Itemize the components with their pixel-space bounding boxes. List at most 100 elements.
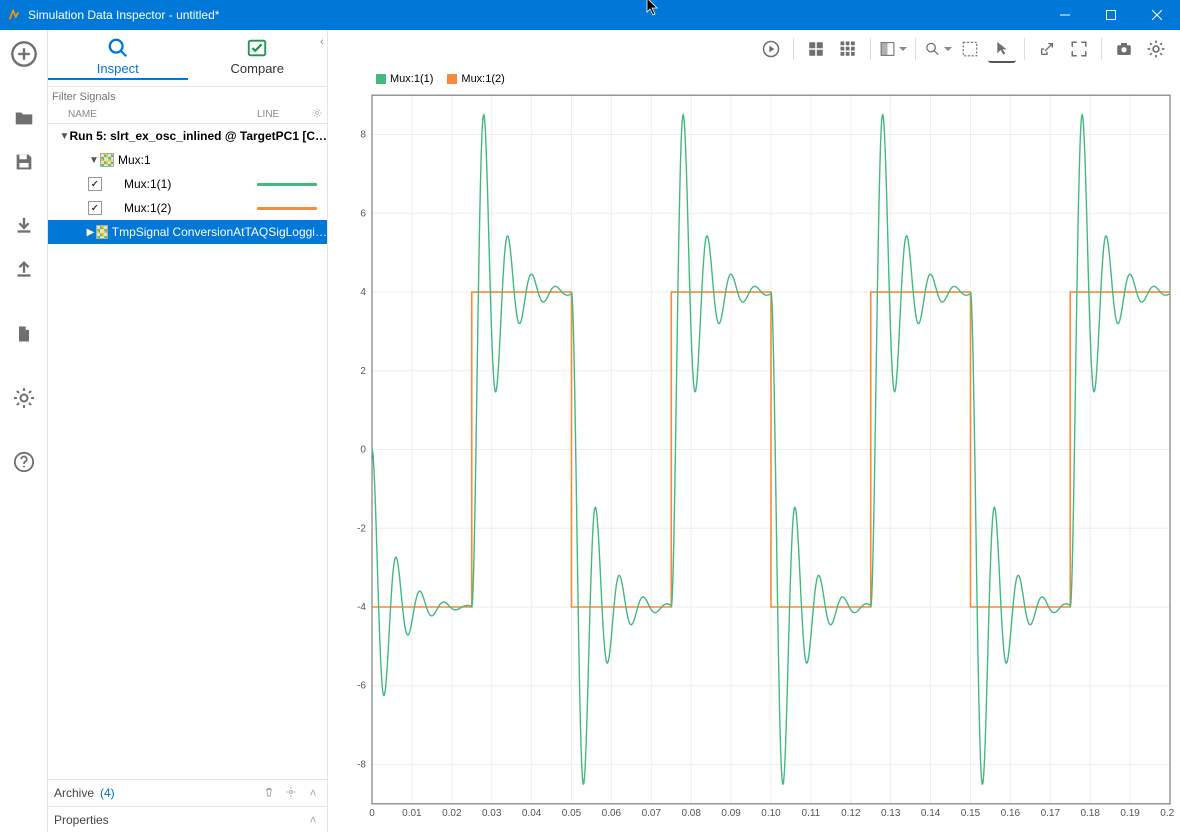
svg-text:0.07: 0.07 [642, 808, 662, 819]
signal-group-icon [96, 225, 108, 239]
tree-tmp-row[interactable]: ▶ TmpSignal ConversionAtTAQSigLoggi… [48, 220, 327, 244]
svg-text:0: 0 [360, 445, 366, 456]
svg-text:0.11: 0.11 [802, 808, 821, 819]
properties-row[interactable]: Properties ˄ [48, 806, 327, 832]
svg-text:0.02: 0.02 [442, 808, 462, 819]
tab-inspect-label: Inspect [97, 61, 139, 76]
snapshot-button[interactable] [1110, 35, 1138, 63]
plot-settings-button[interactable] [1142, 35, 1170, 63]
svg-text:0.20: 0.20 [1160, 808, 1174, 819]
add-button[interactable] [6, 36, 42, 72]
tree-mux2-row[interactable]: ✓ Mux:1(2) [48, 196, 327, 220]
minimize-button[interactable] [1042, 0, 1088, 30]
svg-text:8: 8 [360, 130, 366, 141]
properties-expand-icon[interactable]: ˄ [305, 813, 321, 827]
svg-text:0.13: 0.13 [881, 808, 901, 819]
maximize-button[interactable] [1088, 0, 1134, 30]
plot-pane: Mux:1(1) Mux:1(2) -8-6-4-20246800.010.02… [328, 30, 1180, 832]
zoom-button[interactable] [924, 35, 952, 63]
visualization-type-button[interactable] [879, 35, 907, 63]
archive-label: Archive [54, 786, 94, 800]
filter-input[interactable] [48, 88, 327, 106]
tab-inspect[interactable]: Inspect [48, 30, 188, 86]
svg-text:0.17: 0.17 [1041, 808, 1061, 819]
svg-text:0.10: 0.10 [761, 808, 781, 819]
window-title: Simulation Data Inspector - untitled* [28, 8, 1042, 22]
svg-text:0.15: 0.15 [961, 808, 981, 819]
tab-compare-label: Compare [231, 61, 284, 76]
tree-mux-row[interactable]: ▼ Mux:1 [48, 148, 327, 172]
help-button[interactable] [6, 444, 42, 480]
column-header: NAME LINE [48, 106, 327, 124]
legend-item-1: Mux:1(1) [376, 73, 433, 85]
app-icon [6, 7, 22, 23]
maximize-axes-button[interactable] [1065, 35, 1093, 63]
checkbox-mux2[interactable]: ✓ [88, 201, 102, 215]
svg-text:-6: -6 [357, 681, 366, 692]
layout-custom-button[interactable] [834, 35, 862, 63]
svg-text:2: 2 [360, 366, 366, 377]
svg-text:0.01: 0.01 [402, 808, 422, 819]
archive-settings-icon[interactable] [283, 786, 299, 801]
filter-row [48, 86, 327, 106]
signal-group-icon [100, 153, 114, 167]
preferences-button[interactable] [6, 380, 42, 416]
legend-label-2: Mux:1(2) [461, 73, 504, 85]
column-settings-icon[interactable] [311, 107, 323, 122]
svg-text:0.08: 0.08 [681, 808, 701, 819]
svg-text:0.09: 0.09 [721, 808, 741, 819]
close-button[interactable] [1134, 0, 1180, 30]
tree-mux-label: Mux:1 [118, 153, 151, 167]
title-bar: Simulation Data Inspector - untitled* [0, 0, 1180, 30]
tree-run-row[interactable]: ▼ Run 5: slrt_ex_osc_inlined @ TargetPC1… [48, 124, 327, 148]
plot-legend: Mux:1(1) Mux:1(2) [376, 73, 505, 85]
tree-mux1-row[interactable]: ✓ Mux:1(1) [48, 172, 327, 196]
panel-footer: Archive (4) ˄ Properties ˄ [48, 779, 327, 832]
plot-container: Mux:1(1) Mux:1(2) -8-6-4-20246800.010.02… [328, 67, 1180, 832]
svg-text:6: 6 [360, 208, 366, 219]
svg-text:4: 4 [360, 287, 366, 298]
new-report-button[interactable] [6, 316, 42, 352]
legend-item-2: Mux:1(2) [447, 73, 504, 85]
open-folder-button[interactable] [6, 100, 42, 136]
collapse-panel-button[interactable]: ‹ [316, 34, 328, 50]
column-name: NAME [68, 109, 257, 120]
svg-text:0.04: 0.04 [522, 808, 542, 819]
tree-tmp-label: TmpSignal ConversionAtTAQSigLoggi… [112, 225, 327, 239]
cursor-button[interactable] [988, 35, 1016, 63]
plot-svg[interactable]: -8-6-4-20246800.010.020.030.040.050.060.… [334, 71, 1174, 826]
export-button[interactable] [6, 252, 42, 288]
panel-tabs: Inspect Compare [48, 30, 327, 86]
archive-row[interactable]: Archive (4) ˄ [48, 780, 327, 806]
fit-to-view-button[interactable] [956, 35, 984, 63]
tab-compare[interactable]: Compare [188, 30, 328, 86]
import-button[interactable] [6, 208, 42, 244]
line-preview-mux1 [257, 183, 317, 186]
legend-label-1: Mux:1(1) [390, 73, 433, 85]
svg-text:0.05: 0.05 [562, 808, 582, 819]
svg-text:0: 0 [369, 808, 375, 819]
properties-label: Properties [54, 813, 109, 827]
tree-run-label: Run 5: slrt_ex_osc_inlined @ TargetPC1 [… [69, 129, 327, 143]
legend-swatch-1 [376, 74, 386, 84]
archive-expand-icon[interactable]: ˄ [305, 786, 321, 800]
stream-button[interactable] [757, 35, 785, 63]
tree-mux2-label: Mux:1(2) [124, 201, 171, 215]
svg-text:0.18: 0.18 [1080, 808, 1100, 819]
save-button[interactable] [6, 144, 42, 180]
line-preview-mux2 [257, 207, 317, 210]
undock-button[interactable] [1033, 35, 1061, 63]
svg-text:0.06: 0.06 [602, 808, 622, 819]
svg-text:-8: -8 [357, 759, 366, 770]
svg-text:0.19: 0.19 [1120, 808, 1140, 819]
plot-toolbar [328, 30, 1180, 67]
layout-grid-button[interactable] [802, 35, 830, 63]
svg-text:-2: -2 [357, 523, 366, 534]
side-toolbar [0, 30, 48, 832]
archive-count: (4) [100, 786, 115, 800]
svg-text:0.12: 0.12 [841, 808, 861, 819]
signal-tree: ▼ Run 5: slrt_ex_osc_inlined @ TargetPC1… [48, 124, 327, 779]
svg-text:0.03: 0.03 [482, 808, 502, 819]
checkbox-mux1[interactable]: ✓ [88, 177, 102, 191]
trash-icon[interactable] [261, 786, 277, 801]
